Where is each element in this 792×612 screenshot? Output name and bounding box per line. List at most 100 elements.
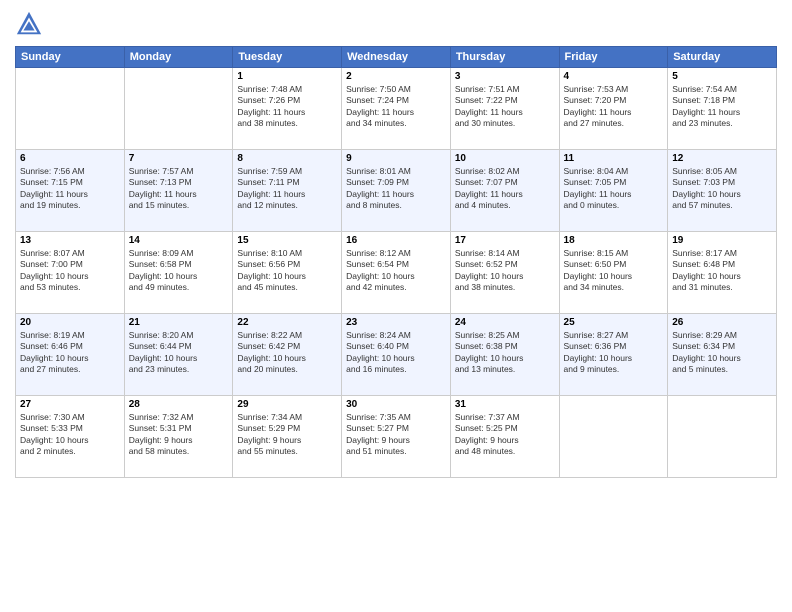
day-number: 2 xyxy=(346,71,446,82)
day-number: 26 xyxy=(672,317,772,328)
calendar-cell: 14 Sunrise: 8:09 AM Sunset: 6:58 PM Dayli… xyxy=(124,232,233,314)
day-number: 14 xyxy=(129,235,229,246)
day-info: Sunrise: 7:48 AM Sunset: 7:26 PM Dayligh… xyxy=(237,84,337,130)
day-number: 31 xyxy=(455,399,555,410)
day-info: Sunrise: 7:30 AM Sunset: 5:33 PM Dayligh… xyxy=(20,412,120,458)
day-info: Sunrise: 8:17 AM Sunset: 6:48 PM Dayligh… xyxy=(672,248,772,294)
page-container: SundayMondayTuesdayWednesdayThursdayFrid… xyxy=(0,0,792,612)
day-number: 7 xyxy=(129,153,229,164)
calendar-cell: 22Sunrise: 8:22 AM Sunset: 6:42 PM Dayli… xyxy=(233,314,342,396)
day-info: Sunrise: 7:54 AM Sunset: 7:18 PM Dayligh… xyxy=(672,84,772,130)
day-info: Sunrise: 8:27 AM Sunset: 6:36 PM Dayligh… xyxy=(564,330,664,376)
calendar-cell: 31 Sunrise: 7:37 AM Sunset: 5:25 PM Dayli… xyxy=(450,396,559,478)
calendar-cell: 12Sunrise: 8:05 AM Sunset: 7:03 PM Dayli… xyxy=(668,150,777,232)
logo xyxy=(15,10,47,38)
calendar-week-row: 6 Sunrise: 7:56 AM Sunset: 7:15 PM Daylig… xyxy=(16,150,777,232)
day-number: 5 xyxy=(672,71,772,82)
day-number: 15 xyxy=(237,235,337,246)
day-info: Sunrise: 8:15 AM Sunset: 6:50 PM Dayligh… xyxy=(564,248,664,294)
calendar-cell: 20 Sunrise: 8:19 AM Sunset: 6:46 PM Dayli… xyxy=(16,314,125,396)
header xyxy=(15,10,777,38)
day-info: Sunrise: 7:56 AM Sunset: 7:15 PM Dayligh… xyxy=(20,166,120,212)
calendar-week-row: 1 Sunrise: 7:48 AM Sunset: 7:26 PM Daylig… xyxy=(16,68,777,150)
day-number: 19 xyxy=(672,235,772,246)
calendar-cell: 11 Sunrise: 8:04 AM Sunset: 7:05 PM Dayli… xyxy=(559,150,668,232)
calendar-header-saturday: Saturday xyxy=(668,47,777,68)
calendar-cell: 28Sunrise: 7:32 AM Sunset: 5:31 PM Dayli… xyxy=(124,396,233,478)
day-number: 13 xyxy=(20,235,120,246)
calendar-cell: 19 Sunrise: 8:17 AM Sunset: 6:48 PM Dayli… xyxy=(668,232,777,314)
day-number: 8 xyxy=(237,153,337,164)
day-number: 29 xyxy=(237,399,337,410)
calendar-cell: 25 Sunrise: 8:27 AM Sunset: 6:36 PM Dayli… xyxy=(559,314,668,396)
calendar-cell: 30 Sunrise: 7:35 AM Sunset: 5:27 PM Dayli… xyxy=(342,396,451,478)
calendar-header-wednesday: Wednesday xyxy=(342,47,451,68)
calendar-cell: 1 Sunrise: 7:48 AM Sunset: 7:26 PM Daylig… xyxy=(233,68,342,150)
day-number: 28 xyxy=(129,399,229,410)
day-number: 25 xyxy=(564,317,664,328)
day-number: 12 xyxy=(672,153,772,164)
calendar-cell: 7 Sunrise: 7:57 AM Sunset: 7:13 PM Daylig… xyxy=(124,150,233,232)
calendar-cell: 17 Sunrise: 8:14 AM Sunset: 6:52 PM Dayli… xyxy=(450,232,559,314)
logo-icon xyxy=(15,10,43,38)
day-info: Sunrise: 8:12 AM Sunset: 6:54 PM Dayligh… xyxy=(346,248,446,294)
calendar-table: SundayMondayTuesdayWednesdayThursdayFrid… xyxy=(15,46,777,478)
day-info: Sunrise: 7:57 AM Sunset: 7:13 PM Dayligh… xyxy=(129,166,229,212)
day-number: 17 xyxy=(455,235,555,246)
calendar-cell: 2 Sunrise: 7:50 AM Sunset: 7:24 PM Daylig… xyxy=(342,68,451,150)
day-info: Sunrise: 8:14 AM Sunset: 6:52 PM Dayligh… xyxy=(455,248,555,294)
day-number: 11 xyxy=(564,153,664,164)
calendar-week-row: 13 Sunrise: 8:07 AM Sunset: 7:00 PM Dayli… xyxy=(16,232,777,314)
calendar-header-row: SundayMondayTuesdayWednesdayThursdayFrid… xyxy=(16,47,777,68)
day-number: 3 xyxy=(455,71,555,82)
calendar-week-row: 20 Sunrise: 8:19 AM Sunset: 6:46 PM Dayli… xyxy=(16,314,777,396)
calendar-cell: 3Sunrise: 7:51 AM Sunset: 7:22 PM Daylig… xyxy=(450,68,559,150)
calendar-header-sunday: Sunday xyxy=(16,47,125,68)
day-info: Sunrise: 8:10 AM Sunset: 6:56 PM Dayligh… xyxy=(237,248,337,294)
day-info: Sunrise: 7:59 AM Sunset: 7:11 PM Dayligh… xyxy=(237,166,337,212)
calendar-cell: 5 Sunrise: 7:54 AM Sunset: 7:18 PM Daylig… xyxy=(668,68,777,150)
calendar-cell: 16Sunrise: 8:12 AM Sunset: 6:54 PM Dayli… xyxy=(342,232,451,314)
day-info: Sunrise: 8:22 AM Sunset: 6:42 PM Dayligh… xyxy=(237,330,337,376)
day-info: Sunrise: 8:25 AM Sunset: 6:38 PM Dayligh… xyxy=(455,330,555,376)
calendar-header-friday: Friday xyxy=(559,47,668,68)
day-number: 1 xyxy=(237,71,337,82)
day-info: Sunrise: 8:04 AM Sunset: 7:05 PM Dayligh… xyxy=(564,166,664,212)
calendar-cell xyxy=(559,396,668,478)
calendar-cell: 10Sunrise: 8:02 AM Sunset: 7:07 PM Dayli… xyxy=(450,150,559,232)
day-number: 21 xyxy=(129,317,229,328)
calendar-cell: 15 Sunrise: 8:10 AM Sunset: 6:56 PM Dayli… xyxy=(233,232,342,314)
calendar-week-row: 27Sunrise: 7:30 AM Sunset: 5:33 PM Dayli… xyxy=(16,396,777,478)
calendar-cell: 24 Sunrise: 8:25 AM Sunset: 6:38 PM Dayli… xyxy=(450,314,559,396)
day-info: Sunrise: 7:50 AM Sunset: 7:24 PM Dayligh… xyxy=(346,84,446,130)
calendar-cell xyxy=(16,68,125,150)
calendar-header-thursday: Thursday xyxy=(450,47,559,68)
day-info: Sunrise: 8:01 AM Sunset: 7:09 PM Dayligh… xyxy=(346,166,446,212)
day-number: 24 xyxy=(455,317,555,328)
day-number: 20 xyxy=(20,317,120,328)
day-number: 6 xyxy=(20,153,120,164)
day-info: Sunrise: 7:53 AM Sunset: 7:20 PM Dayligh… xyxy=(564,84,664,130)
day-info: Sunrise: 7:35 AM Sunset: 5:27 PM Dayligh… xyxy=(346,412,446,458)
day-info: Sunrise: 8:07 AM Sunset: 7:00 PM Dayligh… xyxy=(20,248,120,294)
day-info: Sunrise: 7:37 AM Sunset: 5:25 PM Dayligh… xyxy=(455,412,555,458)
calendar-cell: 29 Sunrise: 7:34 AM Sunset: 5:29 PM Dayli… xyxy=(233,396,342,478)
day-info: Sunrise: 7:34 AM Sunset: 5:29 PM Dayligh… xyxy=(237,412,337,458)
calendar-cell: 18 Sunrise: 8:15 AM Sunset: 6:50 PM Dayli… xyxy=(559,232,668,314)
calendar-header-tuesday: Tuesday xyxy=(233,47,342,68)
calendar-header-monday: Monday xyxy=(124,47,233,68)
calendar-cell: 21 Sunrise: 8:20 AM Sunset: 6:44 PM Dayli… xyxy=(124,314,233,396)
day-number: 18 xyxy=(564,235,664,246)
day-number: 10 xyxy=(455,153,555,164)
calendar-cell: 23Sunrise: 8:24 AM Sunset: 6:40 PM Dayli… xyxy=(342,314,451,396)
calendar-cell: 9Sunrise: 8:01 AM Sunset: 7:09 PM Daylig… xyxy=(342,150,451,232)
day-info: Sunrise: 8:20 AM Sunset: 6:44 PM Dayligh… xyxy=(129,330,229,376)
day-info: Sunrise: 8:19 AM Sunset: 6:46 PM Dayligh… xyxy=(20,330,120,376)
calendar-cell: 26Sunrise: 8:29 AM Sunset: 6:34 PM Dayli… xyxy=(668,314,777,396)
calendar-cell: 8 Sunrise: 7:59 AM Sunset: 7:11 PM Daylig… xyxy=(233,150,342,232)
calendar-cell: 27Sunrise: 7:30 AM Sunset: 5:33 PM Dayli… xyxy=(16,396,125,478)
calendar-cell: 4 Sunrise: 7:53 AM Sunset: 7:20 PM Daylig… xyxy=(559,68,668,150)
day-number: 30 xyxy=(346,399,446,410)
day-info: Sunrise: 8:09 AM Sunset: 6:58 PM Dayligh… xyxy=(129,248,229,294)
day-number: 4 xyxy=(564,71,664,82)
